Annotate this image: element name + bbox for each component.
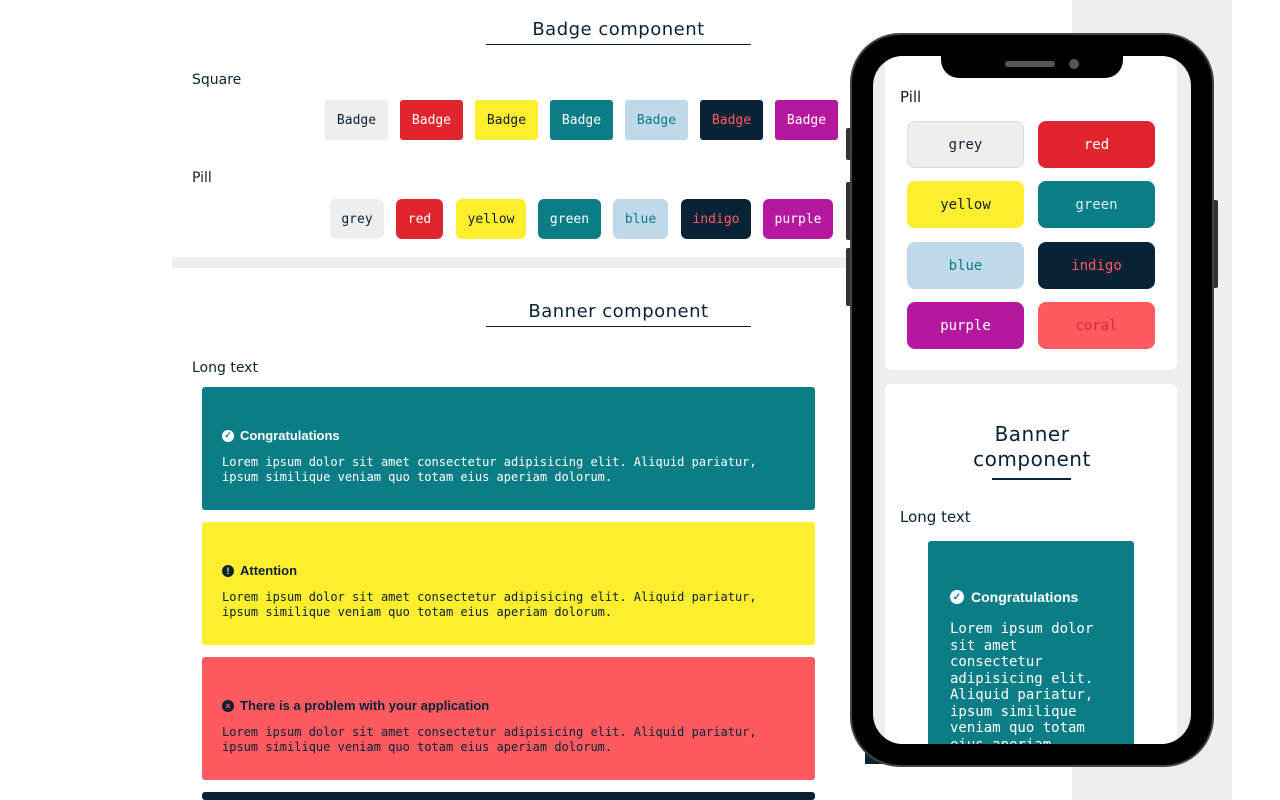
mobile-long-text-label: Long text — [900, 508, 971, 526]
mobile-pill-green: green — [1038, 181, 1155, 228]
check-circle-icon: ✓ — [222, 429, 234, 442]
banner-body: Lorem ipsum dolor sit amet consectetur a… — [222, 725, 757, 754]
mobile-pill-red: red — [1038, 121, 1155, 168]
mobile-banner-body: Lorem ipsum dolor sit amet consectetur a… — [950, 621, 1094, 744]
pill-badge-purple: purple — [763, 199, 833, 239]
square-badge-red: Badge — [400, 100, 463, 140]
long-text-label: Long text — [192, 360, 258, 376]
badge-section-title: Badge component — [486, 19, 751, 45]
mobile-pill-grey: grey — [907, 121, 1024, 168]
check-circle-icon: ✓ — [950, 590, 964, 604]
phone-screen[interactable]: Pill grey red yellow green blue indigo p… — [873, 56, 1191, 744]
banner-info-partial — [202, 792, 815, 800]
mobile-banner-title-line1: Banner — [994, 422, 1070, 446]
mobile-title-underline — [992, 478, 1071, 480]
mobile-pill-purple: purple — [907, 302, 1024, 349]
square-badge-blue: Badge — [625, 100, 688, 140]
square-badge-green: Badge — [550, 100, 613, 140]
banner-title: Attention — [240, 563, 298, 578]
mobile-pill-yellow: yellow — [907, 181, 1024, 228]
square-badge-yellow: Badge — [475, 100, 538, 140]
banner-error: × There is a problem with your applicati… — [202, 657, 815, 780]
banner-title: There is a problem with your application — [240, 698, 490, 713]
banner-header: ✓ Congratulations — [222, 428, 795, 443]
mobile-pill-coral: coral — [1038, 302, 1155, 349]
pill-badge-blue: blue — [613, 199, 668, 239]
pill-badge-yellow: yellow — [456, 199, 526, 239]
banner-warning: ! Attention Lorem ipsum dolor sit amet c… — [202, 522, 815, 645]
mobile-banner-title-line2: component — [973, 447, 1091, 471]
mobile-pill-label: Pill — [900, 88, 922, 106]
section-divider — [172, 257, 852, 268]
mobile-pill-indigo: indigo — [1038, 242, 1155, 289]
square-badge-purple: Badge — [775, 100, 838, 140]
pill-badge-green: green — [538, 199, 601, 239]
pill-badge-red: red — [396, 199, 443, 239]
banner-success: ✓ Congratulations Lorem ipsum dolor sit … — [202, 387, 815, 510]
banner-title: Congratulations — [240, 428, 340, 443]
x-circle-icon: × — [222, 699, 234, 712]
phone-speaker — [1005, 61, 1055, 67]
banner-body: Lorem ipsum dolor sit amet consectetur a… — [222, 455, 757, 484]
pill-badge-grey: grey — [330, 199, 384, 239]
pill-label: Pill — [192, 170, 212, 186]
banner-body: Lorem ipsum dolor sit amet consectetur a… — [222, 590, 757, 619]
mobile-pill-blue: blue — [907, 242, 1024, 289]
mobile-banner-success: ✓ Congratulations Lorem ipsum dolor sit … — [928, 541, 1134, 744]
mobile-banner-header: ✓ Congratulations — [950, 589, 1112, 605]
pill-badge-indigo: indigo — [681, 199, 751, 239]
phone-camera — [1069, 59, 1079, 69]
mobile-banner-title: Congratulations — [971, 589, 1079, 605]
square-badge-indigo: Badge — [700, 100, 763, 140]
mobile-pill-card: Pill grey red yellow green blue indigo p… — [885, 56, 1177, 370]
square-label: Square — [192, 72, 242, 88]
banner-header: × There is a problem with your applicati… — [222, 698, 795, 713]
square-badge-grey: Badge — [325, 100, 388, 140]
banner-header: ! Attention — [222, 563, 795, 578]
banner-section-title: Banner component — [486, 301, 751, 327]
exclamation-circle-icon: ! — [222, 564, 234, 577]
